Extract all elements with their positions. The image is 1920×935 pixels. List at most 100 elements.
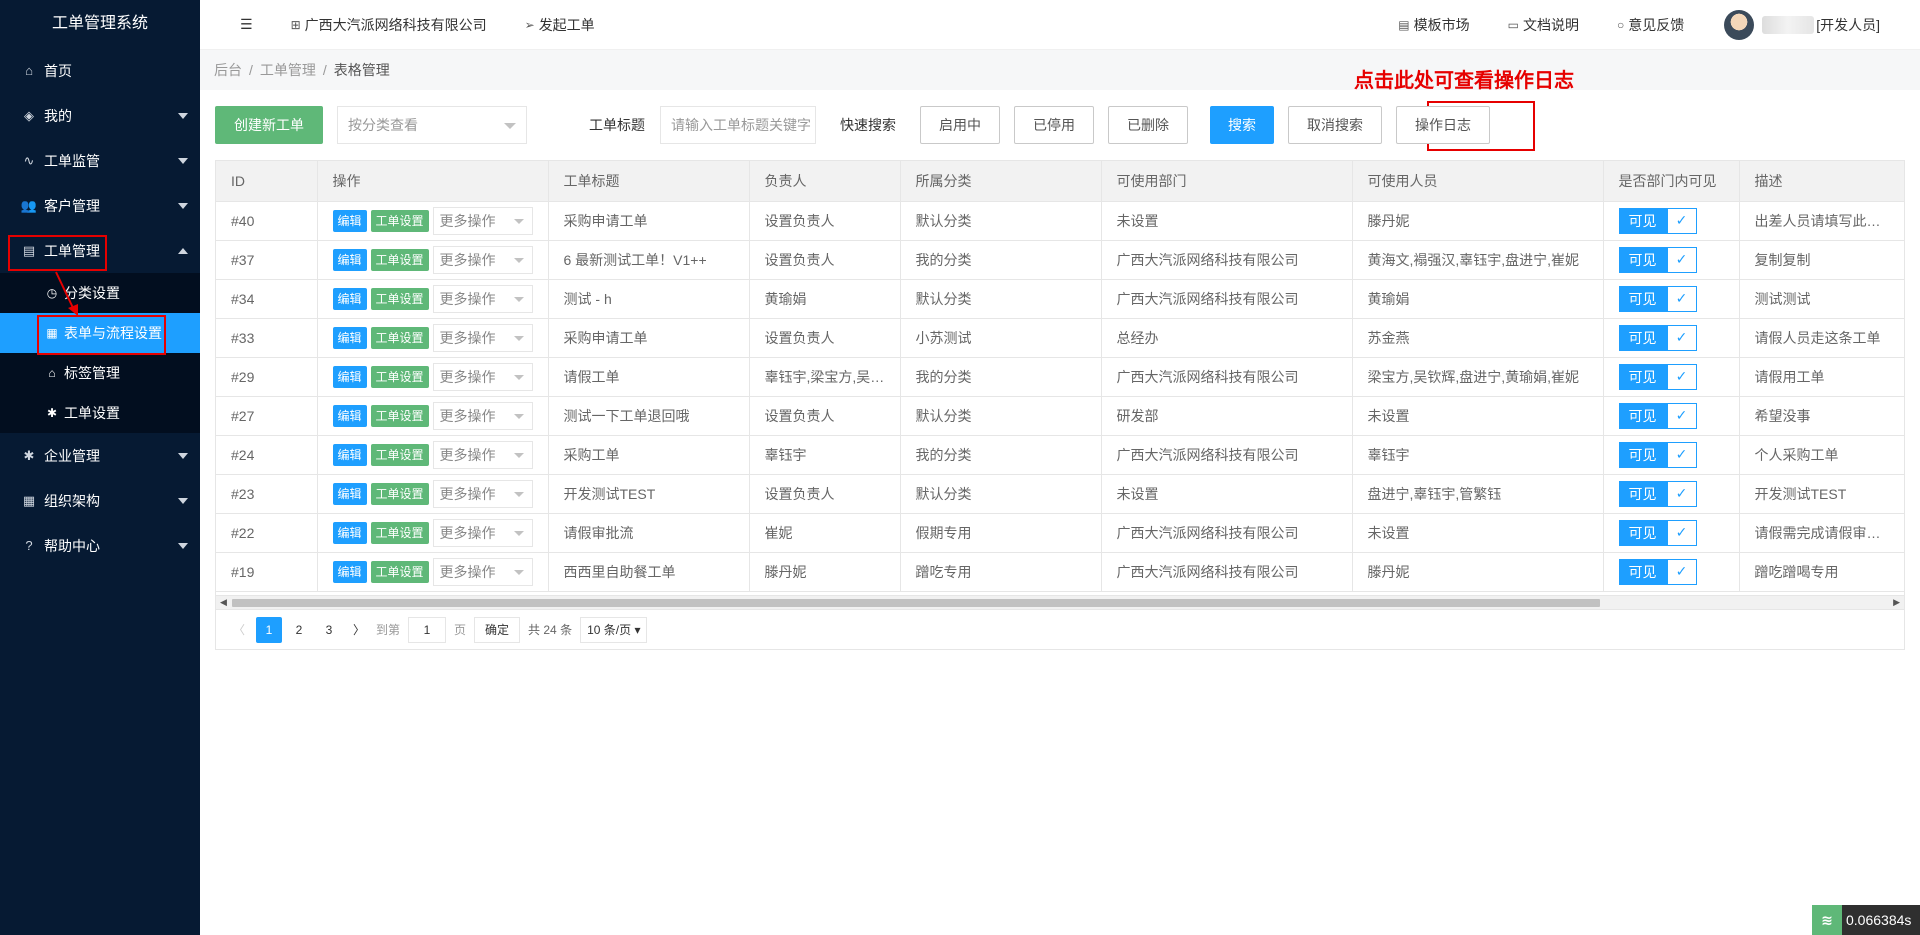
operation-log-button[interactable]: 操作日志 bbox=[1396, 106, 1490, 144]
goto-page-input[interactable]: 1 bbox=[408, 616, 447, 643]
template-market-link[interactable]: ▤ 模板市场 bbox=[1398, 15, 1469, 35]
more-actions-dropdown[interactable]: 更多操作 bbox=[432, 440, 533, 469]
breadcrumb: 后台 / 工单管理 / 表格管理 bbox=[200, 50, 1920, 90]
filter-disabled-button[interactable]: 已停用 bbox=[1014, 106, 1094, 144]
more-actions-dropdown[interactable]: 更多操作 bbox=[432, 362, 533, 391]
edit-button[interactable]: 编辑 bbox=[332, 443, 367, 466]
sidebar-subitem-tags[interactable]: ⌂ 标签管理 bbox=[0, 353, 200, 393]
more-actions-label: 更多操作 bbox=[439, 212, 496, 229]
more-actions-dropdown[interactable]: 更多操作 bbox=[432, 518, 533, 547]
edit-button[interactable]: 编辑 bbox=[332, 326, 367, 349]
page-link[interactable]: 2 bbox=[286, 617, 312, 643]
cell-desc: 测试测试 bbox=[1739, 279, 1904, 319]
home-icon: ⌂ bbox=[25, 63, 33, 78]
visibility-toggle[interactable]: 可见 ✓ bbox=[1618, 558, 1697, 585]
scroll-right-icon[interactable]: ▶ bbox=[1893, 597, 1900, 608]
visibility-toggle[interactable]: 可见 ✓ bbox=[1618, 363, 1697, 390]
more-actions-dropdown[interactable]: 更多操作 bbox=[432, 401, 533, 430]
more-actions-dropdown[interactable]: 更多操作 bbox=[432, 245, 533, 274]
cell-owner: 滕丹妮 bbox=[749, 552, 901, 592]
ticket-settings-button[interactable]: 工单设置 bbox=[370, 443, 429, 466]
chevron-down-icon bbox=[513, 491, 524, 497]
more-actions-dropdown[interactable]: 更多操作 bbox=[432, 479, 533, 508]
ticket-settings-button[interactable]: 工单设置 bbox=[370, 326, 429, 349]
sidebar-item-customers[interactable]: 👥 客户管理 bbox=[0, 183, 200, 228]
more-actions-label: 更多操作 bbox=[439, 485, 496, 502]
edit-button[interactable]: 编辑 bbox=[332, 248, 367, 271]
ticket-settings-button[interactable]: 工单设置 bbox=[370, 209, 429, 232]
visibility-toggle[interactable]: 可见 ✓ bbox=[1618, 324, 1697, 351]
visibility-toggle[interactable]: 可见 ✓ bbox=[1618, 519, 1697, 546]
new-ticket-link[interactable]: ➢ 发起工单 bbox=[525, 15, 595, 35]
visible-label: 可见 bbox=[1618, 558, 1667, 585]
company-switcher[interactable]: ⊞ 广西大汽派网络科技有限公司 bbox=[291, 15, 487, 35]
filter-enabled-button[interactable]: 启用中 bbox=[920, 106, 1000, 144]
table-row: #33 编辑 工单设置 更多操作 采购申请工单 设置负责人 小苏测试 总经办 苏金燕 可见 ✓ 请假人… bbox=[216, 318, 1904, 358]
breadcrumb-item-tickets[interactable]: 工单管理 bbox=[260, 60, 316, 80]
sidebar-item-help[interactable]: ? 帮助中心 bbox=[0, 523, 200, 568]
more-actions-dropdown[interactable]: 更多操作 bbox=[432, 323, 533, 352]
sidebar-subitem-ticket-settings[interactable]: ✱ 工单设置 bbox=[0, 393, 200, 433]
search-button[interactable]: 搜索 bbox=[1210, 106, 1274, 144]
scrollbar-thumb[interactable] bbox=[232, 599, 1600, 607]
column-header: 是否部门内可见 bbox=[1603, 161, 1740, 202]
cell-visibility: 可见 ✓ bbox=[1603, 318, 1740, 358]
edit-button[interactable]: 编辑 bbox=[332, 209, 367, 232]
filter-deleted-button[interactable]: 已删除 bbox=[1108, 106, 1188, 144]
cell-owner: 设置负责人 bbox=[749, 474, 901, 514]
more-actions-dropdown[interactable]: 更多操作 bbox=[432, 557, 533, 586]
menu-toggle-icon[interactable]: ☰ bbox=[240, 16, 253, 33]
cell-actions: 编辑 工单设置 更多操作 bbox=[317, 240, 549, 280]
title-search-input[interactable]: 请输入工单标题关键字 bbox=[660, 106, 816, 144]
ticket-settings-button[interactable]: 工单设置 bbox=[370, 521, 429, 544]
ticket-settings-button[interactable]: 工单设置 bbox=[370, 482, 429, 505]
page-link[interactable]: 3 bbox=[316, 617, 342, 643]
sidebar-item-home[interactable]: ⌂ 首页 bbox=[0, 48, 200, 93]
visibility-toggle[interactable]: 可见 ✓ bbox=[1618, 402, 1697, 429]
more-actions-label: 更多操作 bbox=[439, 329, 496, 346]
feedback-link[interactable]: ○ 意见反馈 bbox=[1617, 15, 1684, 35]
sidebar-item-org[interactable]: ▦ 组织架构 bbox=[0, 478, 200, 523]
horizontal-scrollbar[interactable]: ◀ ▶ bbox=[216, 595, 1904, 609]
docs-link[interactable]: ▭ 文档说明 bbox=[1508, 15, 1579, 35]
visibility-toggle[interactable]: 可见 ✓ bbox=[1618, 207, 1697, 234]
user-menu[interactable]: [开发人员] bbox=[1724, 9, 1880, 40]
visibility-toggle[interactable]: 可见 ✓ bbox=[1618, 480, 1697, 507]
ticket-settings-button[interactable]: 工单设置 bbox=[370, 560, 429, 583]
ticket-settings-button[interactable]: 工单设置 bbox=[370, 248, 429, 271]
create-ticket-button[interactable]: 创建新工单 bbox=[215, 106, 323, 144]
cancel-search-button[interactable]: 取消搜索 bbox=[1288, 106, 1382, 144]
question-icon: ? bbox=[25, 538, 33, 553]
page-size-select[interactable]: 10 条/页 ▾ bbox=[580, 616, 648, 643]
ticket-settings-button[interactable]: 工单设置 bbox=[370, 365, 429, 388]
goto-confirm-button[interactable]: 确定 bbox=[474, 616, 521, 643]
category-select[interactable]: 按分类查看 bbox=[337, 106, 527, 144]
visibility-toggle[interactable]: 可见 ✓ bbox=[1618, 246, 1697, 273]
edit-button[interactable]: 编辑 bbox=[332, 365, 367, 388]
next-page-icon[interactable]: 〉 bbox=[346, 617, 372, 643]
ticket-settings-button[interactable]: 工单设置 bbox=[370, 287, 429, 310]
sidebar-subitem-categories[interactable]: ◷ 分类设置 bbox=[0, 273, 200, 313]
sidebar-item-monitor[interactable]: ∿ 工单监管 bbox=[0, 138, 200, 183]
edit-button[interactable]: 编辑 bbox=[332, 560, 367, 583]
edit-button[interactable]: 编辑 bbox=[332, 482, 367, 505]
ticket-settings-button[interactable]: 工单设置 bbox=[370, 404, 429, 427]
top-header: ☰ ⊞ 广西大汽派网络科技有限公司 ➢ 发起工单 ▤ 模板市场 ▭ 文档说明 ○… bbox=[200, 0, 1920, 50]
cell-id: #19 bbox=[216, 552, 318, 592]
cell-actions: 编辑 工单设置 更多操作 bbox=[317, 279, 549, 319]
edit-button[interactable]: 编辑 bbox=[332, 521, 367, 544]
visibility-toggle[interactable]: 可见 ✓ bbox=[1618, 285, 1697, 312]
breadcrumb-item-backend[interactable]: 后台 bbox=[214, 60, 242, 80]
sidebar-item-enterprise[interactable]: ✱ 企业管理 bbox=[0, 433, 200, 478]
prev-page-icon[interactable]: 〈 bbox=[226, 617, 252, 643]
check-icon: ✓ bbox=[1666, 558, 1697, 585]
visibility-toggle[interactable]: 可见 ✓ bbox=[1618, 441, 1697, 468]
edit-button[interactable]: 编辑 bbox=[332, 287, 367, 310]
highlight-box-forms bbox=[37, 315, 166, 355]
scroll-left-icon[interactable]: ◀ bbox=[220, 597, 227, 608]
sidebar-item-mine[interactable]: ◈ 我的 bbox=[0, 93, 200, 138]
more-actions-dropdown[interactable]: 更多操作 bbox=[432, 206, 533, 235]
edit-button[interactable]: 编辑 bbox=[332, 404, 367, 427]
page-link[interactable]: 1 bbox=[256, 616, 282, 643]
more-actions-dropdown[interactable]: 更多操作 bbox=[432, 284, 533, 313]
